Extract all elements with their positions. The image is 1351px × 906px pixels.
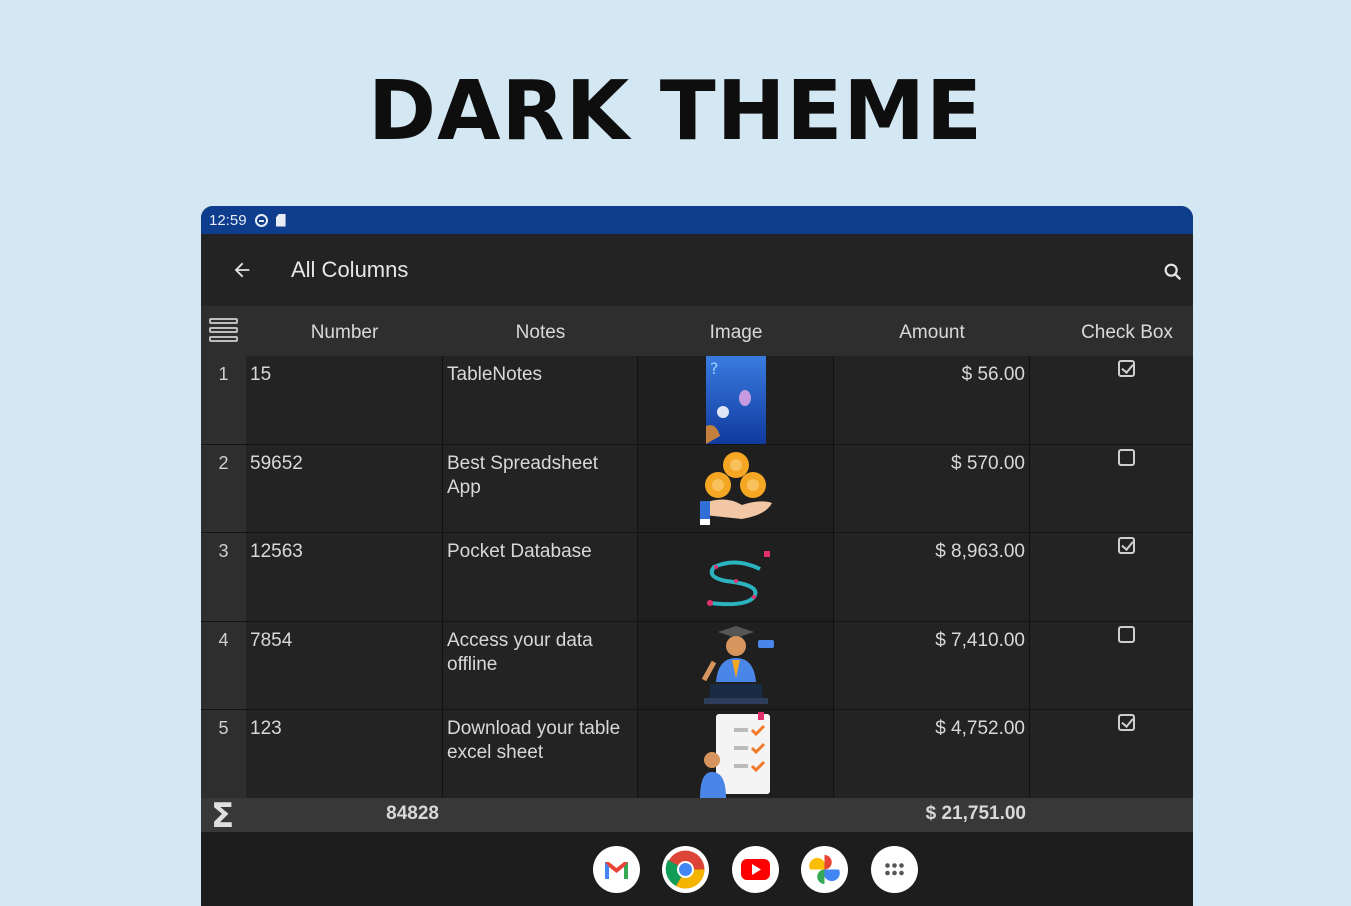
check-box-cell — [1030, 621, 1193, 709]
totals-row: Σ 84828 $ 21,751.00 — [201, 796, 1193, 836]
checkbox-unchecked[interactable] — [1118, 448, 1135, 466]
graduate-laptop-illustration-icon — [701, 625, 774, 704]
hand-coins-illustration-icon — [699, 451, 772, 525]
notes-cell[interactable]: Download your table excel sheet — [443, 710, 638, 798]
device-screen: 12:59 All Columns Number Notes Image Amo… — [201, 206, 1193, 906]
column-header-notes[interactable]: Notes — [443, 306, 638, 356]
arrow-back-icon — [234, 262, 250, 278]
column-header-amount[interactable]: Amount — [834, 306, 1030, 356]
row-index: 1 — [201, 356, 246, 444]
notes-cell[interactable]: Pocket Database — [443, 533, 638, 621]
back-button[interactable] — [217, 245, 267, 295]
amount-cell[interactable]: $ 8,963.00 — [834, 533, 1030, 621]
notes-cell[interactable]: Best Spreadsheet App — [443, 444, 638, 532]
checkbox-checked[interactable] — [1118, 537, 1135, 554]
checklist-person-illustration-icon — [699, 712, 770, 798]
check-box-cell — [1030, 710, 1193, 798]
sigma-icon[interactable]: Σ — [211, 796, 234, 836]
image-cell[interactable]: ? — [638, 356, 834, 444]
phone-illustration-icon: ? — [705, 356, 766, 444]
image-cell[interactable] — [638, 533, 834, 621]
column-header-number[interactable]: Number — [246, 306, 443, 356]
app-bar: All Columns — [201, 234, 1193, 306]
amount-cell[interactable]: $ 570.00 — [834, 444, 1030, 532]
number-cell[interactable]: 123 — [246, 710, 443, 798]
column-header-image[interactable]: Image — [638, 306, 834, 356]
headline: DARK THEME — [368, 64, 983, 159]
row-index: 4 — [201, 621, 246, 709]
total-amount: $ 21,751.00 — [925, 803, 1026, 824]
status-time: 12:59 — [209, 211, 247, 229]
row-index: 5 — [201, 710, 246, 798]
column-header-check-box[interactable]: Check Box — [1030, 306, 1193, 356]
table-row[interactable]: 3 12563 Pocket Database $ 8,963.00 — [201, 533, 1193, 622]
check-box-cell — [1030, 444, 1193, 532]
checkbox-unchecked[interactable] — [1118, 625, 1135, 643]
svg-text:?: ? — [710, 359, 719, 378]
table-row[interactable]: 2 59652 Best Spreadsheet App $ 570.00 — [201, 444, 1193, 533]
route-path-illustration-icon — [706, 551, 770, 607]
photos-icon[interactable] — [801, 846, 848, 893]
table-row[interactable]: 1 15 TableNotes ? $ 56.00 — [201, 356, 1193, 445]
table-body: 1 15 TableNotes ? $ 56.00 2 59652 Best S… — [201, 356, 1193, 799]
checkbox-checked[interactable] — [1118, 714, 1135, 731]
notes-cell[interactable]: TableNotes — [443, 356, 638, 444]
number-cell[interactable]: 7854 — [246, 621, 443, 709]
app-launcher-icon[interactable] — [871, 846, 918, 893]
amount-cell[interactable]: $ 56.00 — [834, 356, 1030, 444]
gmail-icon[interactable] — [593, 846, 640, 893]
checkbox-checked[interactable] — [1118, 360, 1135, 377]
image-cell[interactable] — [638, 621, 834, 709]
row-menu-icon[interactable] — [209, 318, 238, 345]
do-not-disturb-icon — [254, 213, 268, 227]
number-cell[interactable]: 59652 — [246, 444, 443, 532]
table-row[interactable]: 4 7854 Access your data offline $ 7,410.… — [201, 621, 1193, 710]
sd-card-icon — [275, 213, 286, 227]
row-index: 2 — [201, 444, 246, 532]
amount-cell[interactable]: $ 7,410.00 — [834, 621, 1030, 709]
row-index: 3 — [201, 533, 246, 621]
amount-cell[interactable]: $ 4,752.00 — [834, 710, 1030, 798]
check-box-cell — [1030, 356, 1193, 444]
number-cell[interactable]: 12563 — [246, 533, 443, 621]
chrome-icon[interactable] — [662, 846, 709, 893]
check-box-cell — [1030, 533, 1193, 621]
column-header-row: Number Notes Image Amount Check Box — [201, 306, 1193, 356]
notes-cell[interactable]: Access your data offline — [443, 621, 638, 709]
search-button[interactable] — [1159, 258, 1187, 286]
page-title: All Columns — [291, 257, 409, 282]
status-bar: 12:59 — [201, 206, 1193, 234]
number-cell[interactable]: 15 — [246, 356, 443, 444]
search-icon — [1164, 263, 1182, 281]
table-row[interactable]: 5 123 Download your table excel sheet $ … — [201, 710, 1193, 799]
image-cell[interactable] — [638, 444, 834, 532]
total-number: 84828 — [386, 803, 439, 824]
app-dock — [201, 832, 1193, 906]
youtube-icon[interactable] — [732, 846, 779, 893]
image-cell[interactable] — [638, 710, 834, 798]
